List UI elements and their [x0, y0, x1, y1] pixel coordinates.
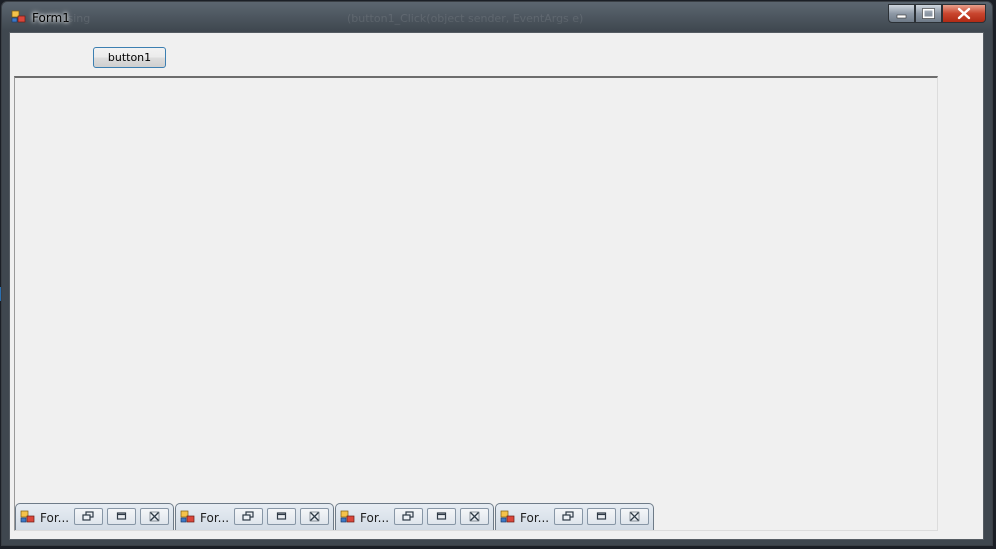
caption-buttons — [888, 4, 986, 24]
restore-icon — [82, 511, 94, 521]
form-icon — [340, 510, 355, 523]
child-close-button[interactable] — [140, 508, 169, 525]
child-maximize-button[interactable] — [267, 508, 296, 525]
close-icon — [309, 511, 320, 522]
child-title: For... — [360, 511, 390, 525]
child-restore-button[interactable] — [74, 508, 103, 525]
child-maximize-button[interactable] — [107, 508, 136, 525]
title-bar[interactable]: Form1 ...sing (button1_Click(object send… — [2, 2, 992, 32]
minimized-mdi-child[interactable]: For... — [495, 503, 654, 530]
child-restore-button[interactable] — [394, 508, 423, 525]
background-ghost-text: ...sing — [57, 12, 91, 25]
restore-icon — [562, 511, 574, 521]
child-title: For... — [200, 511, 230, 525]
child-maximize-button[interactable] — [427, 508, 456, 525]
maximize-button[interactable] — [915, 4, 942, 23]
minimized-mdi-child[interactable]: For... — [175, 503, 334, 530]
maximize-icon — [116, 512, 127, 520]
child-close-button[interactable] — [620, 508, 649, 525]
child-close-button[interactable] — [300, 508, 329, 525]
maximize-icon — [436, 512, 447, 520]
child-close-button[interactable] — [460, 508, 489, 525]
minimized-mdi-child[interactable]: For... — [15, 503, 174, 530]
form-icon — [500, 510, 515, 523]
restore-icon — [402, 511, 414, 521]
child-title: For... — [520, 511, 550, 525]
form-icon — [11, 10, 26, 23]
restore-icon — [242, 511, 254, 521]
child-restore-button[interactable] — [234, 508, 263, 525]
close-icon — [469, 511, 480, 522]
mdi-client-area[interactable]: For... For... For... For... — [14, 76, 938, 531]
form-client-area: button1 For... For... For... For... — [9, 32, 984, 540]
maximize-icon — [596, 512, 607, 520]
child-title: For... — [40, 511, 70, 525]
child-maximize-button[interactable] — [587, 508, 616, 525]
child-restore-button[interactable] — [554, 508, 583, 525]
background-ghost-text: (button1_Click(object sender, EventArgs … — [347, 12, 584, 25]
close-button[interactable] — [942, 4, 986, 23]
form-icon — [180, 510, 195, 523]
close-icon — [957, 7, 971, 20]
form1-window: Form1 ...sing (button1_Click(object send… — [1, 1, 993, 546]
button1[interactable]: button1 — [93, 47, 166, 68]
close-icon — [149, 511, 160, 522]
form-icon — [20, 510, 35, 523]
close-icon — [629, 511, 640, 522]
maximize-icon — [276, 512, 287, 520]
maximize-icon — [922, 8, 935, 19]
minimized-mdi-child[interactable]: For... — [335, 503, 494, 530]
minimize-icon — [896, 14, 907, 19]
minimize-button[interactable] — [888, 4, 915, 23]
